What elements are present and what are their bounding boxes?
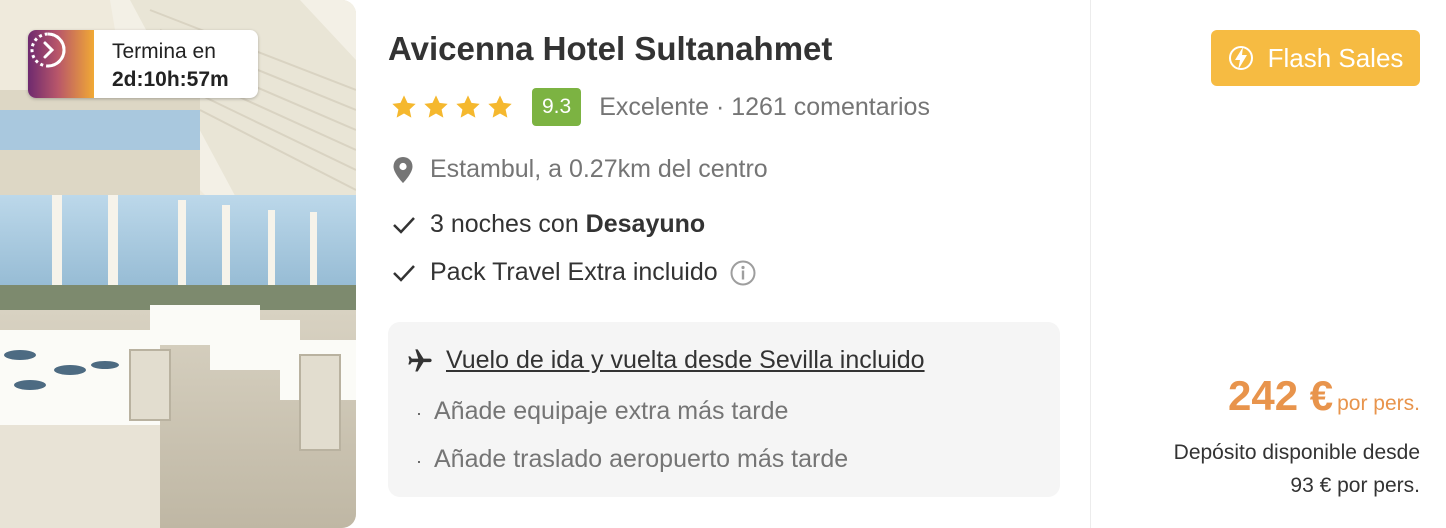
timer-icon (28, 30, 94, 98)
location-text: Estambul, a 0.27km del centro (430, 155, 768, 183)
location-pin-icon (393, 156, 413, 183)
flight-row: Vuelo de ida y vuelta desde Sevilla incl… (406, 346, 925, 375)
transfer-text: Añade traslado aeropuerto más tarde (434, 445, 849, 473)
timer-value: 2d:10h:57m (112, 68, 229, 91)
score-badge: 9.3 (532, 88, 582, 126)
timer-label: Termina en (112, 40, 216, 63)
rating-row: 9.3 Excelente · 1261 comentarios (390, 88, 930, 126)
hotel-card[interactable]: Termina en 2d:10h:57m Avicenna Hotel Sul… (0, 0, 1446, 528)
airplane-icon (408, 348, 432, 371)
feature-nights: 3 noches con Desayuno (392, 210, 705, 239)
flight-link[interactable]: Vuelo de ida y vuelta desde Sevilla incl… (446, 346, 925, 375)
flight-info-box: Vuelo de ida y vuelta desde Sevilla incl… (388, 322, 1060, 497)
deposit-info: Depósito disponible desde 93 € por pers. (1120, 436, 1420, 502)
deposit-line2: 93 € por pers. (1290, 474, 1420, 497)
price-per-person: por pers. (1337, 392, 1420, 415)
column-divider (1090, 0, 1091, 528)
star-rating (390, 93, 514, 121)
flash-sales-label: Flash Sales (1267, 42, 1404, 73)
info-icon[interactable] (730, 260, 756, 286)
star-icon (456, 95, 480, 118)
hotel-photo[interactable]: Termina en 2d:10h:57m (0, 0, 356, 528)
nights-text: 3 noches con (430, 210, 586, 238)
rating-text[interactable]: Excelente · 1261 comentarios (599, 93, 930, 122)
luggage-text: Añade equipaje extra más tarde (434, 397, 789, 425)
flight-bullet-luggage: · Añade equipaje extra más tarde (416, 397, 789, 425)
star-icon (392, 95, 416, 118)
board-type: Desayuno (585, 210, 706, 238)
deposit-line1: Depósito disponible desde (1173, 441, 1420, 464)
check-icon (393, 264, 415, 282)
lightning-icon (1228, 46, 1253, 70)
pack-text: Pack Travel Extra incluido (430, 258, 718, 286)
feature-pack: Pack Travel Extra incluido (392, 258, 756, 287)
flash-sales-badge[interactable]: Flash Sales (1211, 30, 1420, 86)
star-icon (488, 95, 512, 118)
flight-bullet-transfer: · Añade traslado aeropuerto más tarde (416, 445, 849, 473)
countdown-timer: Termina en 2d:10h:57m (28, 30, 258, 98)
location-row: Estambul, a 0.27km del centro (392, 155, 768, 184)
check-icon (393, 216, 415, 234)
hotel-title[interactable]: Avicenna Hotel Sultanahmet (388, 30, 832, 68)
star-icon (424, 95, 448, 118)
price: 242 € por pers. (1228, 372, 1420, 420)
price-value: 242 € (1228, 372, 1334, 419)
